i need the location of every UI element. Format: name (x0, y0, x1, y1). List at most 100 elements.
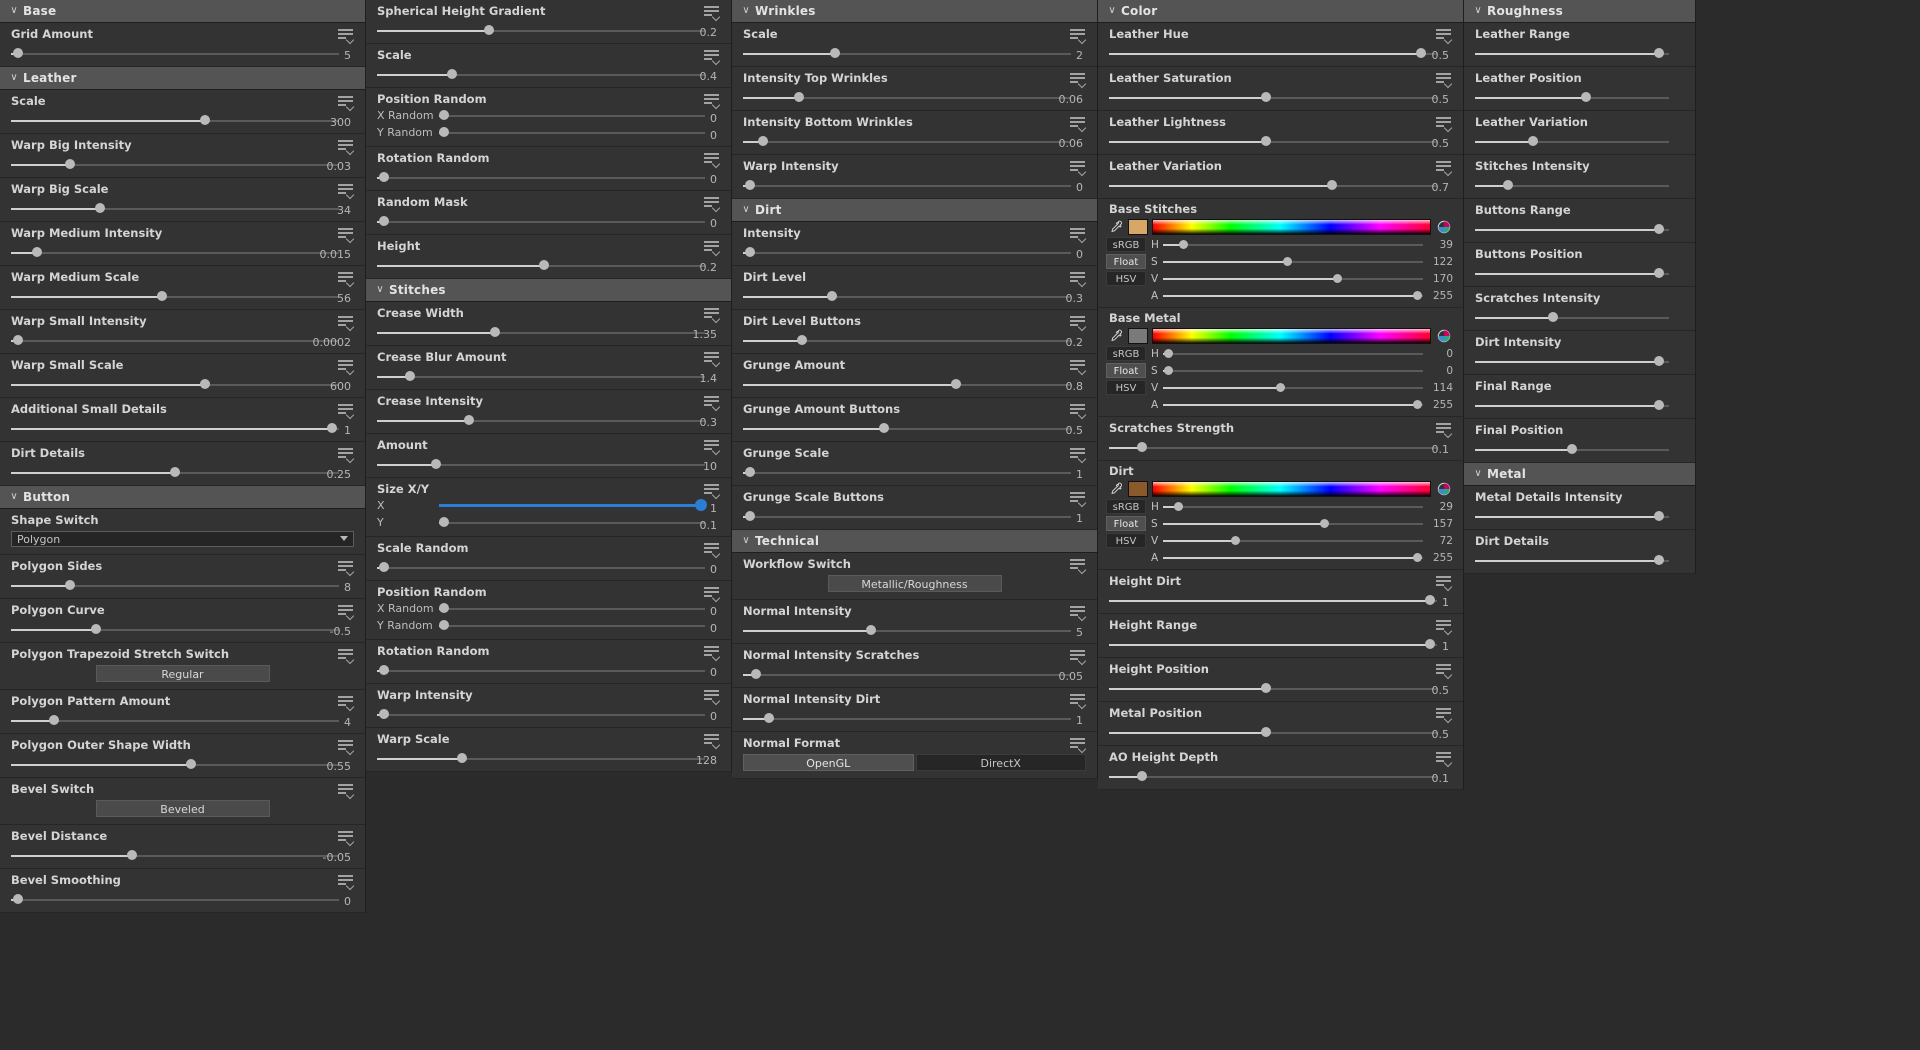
parameter-menu-icon[interactable] (338, 228, 355, 244)
segment-opengl[interactable]: OpenGL (743, 754, 914, 771)
slider-track[interactable] (1475, 354, 1669, 369)
group-header-base[interactable]: ∨ Base (0, 0, 365, 23)
slider-knob[interactable] (447, 69, 458, 79)
slider-track[interactable] (743, 465, 1071, 480)
parameter-menu-icon[interactable] (1070, 650, 1087, 666)
parameter-menu-icon[interactable] (1436, 73, 1453, 89)
slider-track[interactable] (1109, 593, 1437, 608)
slider-knob[interactable] (539, 260, 550, 270)
slider-track[interactable] (377, 560, 705, 575)
slider-track[interactable] (1109, 178, 1437, 193)
color-wheel-icon[interactable] (1435, 219, 1453, 235)
slider-track[interactable] (1475, 222, 1669, 237)
slider-track[interactable] (743, 178, 1071, 193)
slider-knob[interactable] (12, 335, 23, 345)
eyedropper-icon[interactable] (1106, 328, 1124, 344)
group-header-button[interactable]: ∨ Button (0, 486, 365, 509)
slider-track[interactable] (11, 578, 339, 593)
slider-knob[interactable] (65, 159, 76, 169)
parameter-menu-icon[interactable] (338, 831, 355, 847)
slider-knob[interactable] (439, 110, 450, 120)
slider-knob[interactable] (744, 511, 755, 521)
channel-knob[interactable] (1283, 256, 1293, 266)
slider-track[interactable] (743, 667, 1071, 682)
slider-knob[interactable] (483, 25, 494, 35)
slider-track[interactable] (743, 421, 1071, 436)
parameter-menu-icon[interactable] (1436, 423, 1453, 439)
dropdown-shape-switch[interactable]: Polygon (11, 531, 354, 547)
parameter-menu-icon[interactable] (704, 241, 721, 257)
slider-knob[interactable] (744, 180, 755, 190)
color-wheel-icon[interactable] (1435, 481, 1453, 497)
slider-track[interactable] (743, 333, 1071, 348)
slider-knob[interactable] (757, 136, 768, 146)
parameter-menu-icon[interactable] (338, 404, 355, 420)
slider-knob[interactable] (793, 92, 804, 102)
slider-knob[interactable] (439, 603, 450, 613)
slider-knob[interactable] (1425, 639, 1436, 649)
channel-knob[interactable] (1413, 399, 1423, 409)
slider-knob[interactable] (65, 580, 76, 590)
parameter-menu-icon[interactable] (1070, 73, 1087, 89)
chevron-down-icon[interactable]: ∨ (5, 492, 23, 502)
parameter-menu-icon[interactable] (338, 605, 355, 621)
slider-knob[interactable] (1425, 595, 1436, 605)
slider-track[interactable] (377, 457, 705, 472)
slider-knob[interactable] (1415, 48, 1426, 58)
slider-track[interactable] (11, 289, 339, 304)
parameter-menu-icon[interactable] (338, 649, 355, 665)
parameter-menu-icon[interactable] (704, 690, 721, 706)
parameter-menu-icon[interactable] (1436, 664, 1453, 680)
slider-knob[interactable] (1654, 400, 1665, 410)
slider-knob[interactable] (12, 48, 23, 58)
slider-track[interactable] (743, 289, 1071, 304)
slider-knob[interactable] (1580, 92, 1591, 102)
slider-track[interactable] (743, 623, 1071, 638)
chevron-down-icon[interactable]: ∨ (5, 73, 23, 83)
slider-track[interactable] (1109, 725, 1437, 740)
group-header-leather[interactable]: ∨ Leather (0, 67, 365, 90)
slider-knob[interactable] (490, 327, 501, 337)
group-header-color[interactable]: ∨ Color (1098, 0, 1463, 23)
parameter-menu-icon[interactable] (704, 197, 721, 213)
parameter-menu-icon[interactable] (338, 875, 355, 891)
slider-track[interactable] (1475, 398, 1669, 413)
slider-track[interactable] (439, 515, 705, 530)
slider-knob[interactable] (1654, 511, 1665, 521)
slider-knob[interactable] (1654, 356, 1665, 366)
channel-knob[interactable] (1163, 365, 1173, 375)
slider-knob[interactable] (1528, 136, 1539, 146)
slider-knob[interactable] (94, 203, 105, 213)
slider-knob[interactable] (1567, 444, 1577, 454)
channel-knob[interactable] (1179, 239, 1189, 249)
parameter-menu-icon[interactable] (338, 360, 355, 376)
slider-track[interactable] (377, 67, 705, 82)
slider-knob[interactable] (91, 624, 102, 634)
slider-knob[interactable] (439, 620, 450, 630)
slider-knob[interactable] (404, 371, 415, 381)
slider-track[interactable] (11, 757, 339, 772)
slider-track[interactable] (11, 201, 339, 216)
parameter-menu-icon[interactable] (338, 448, 355, 464)
parameter-menu-icon[interactable] (1436, 752, 1453, 768)
slider-knob[interactable] (431, 459, 442, 469)
color-spectrum-bar[interactable] (1152, 328, 1431, 344)
slider-knob[interactable] (1547, 312, 1558, 322)
slider-track[interactable] (377, 751, 705, 766)
slider-knob[interactable] (951, 379, 962, 389)
slider-track[interactable] (11, 848, 339, 863)
slider-knob[interactable] (1654, 268, 1665, 278)
parameter-menu-icon[interactable] (338, 140, 355, 156)
slider-track[interactable] (377, 170, 705, 185)
color-mode-srgb[interactable]: sRGB (1106, 237, 1146, 252)
slider-knob[interactable] (378, 562, 389, 572)
slider-track[interactable] (743, 46, 1071, 61)
slider-knob[interactable] (378, 665, 389, 675)
slider-track[interactable] (11, 113, 339, 128)
slider-knob[interactable] (170, 467, 180, 477)
slider-track[interactable] (743, 90, 1071, 105)
color-swatch[interactable] (1128, 219, 1148, 235)
chevron-down-icon[interactable]: ∨ (737, 536, 755, 546)
slider-track[interactable] (1475, 310, 1669, 325)
parameter-menu-icon[interactable] (704, 440, 721, 456)
